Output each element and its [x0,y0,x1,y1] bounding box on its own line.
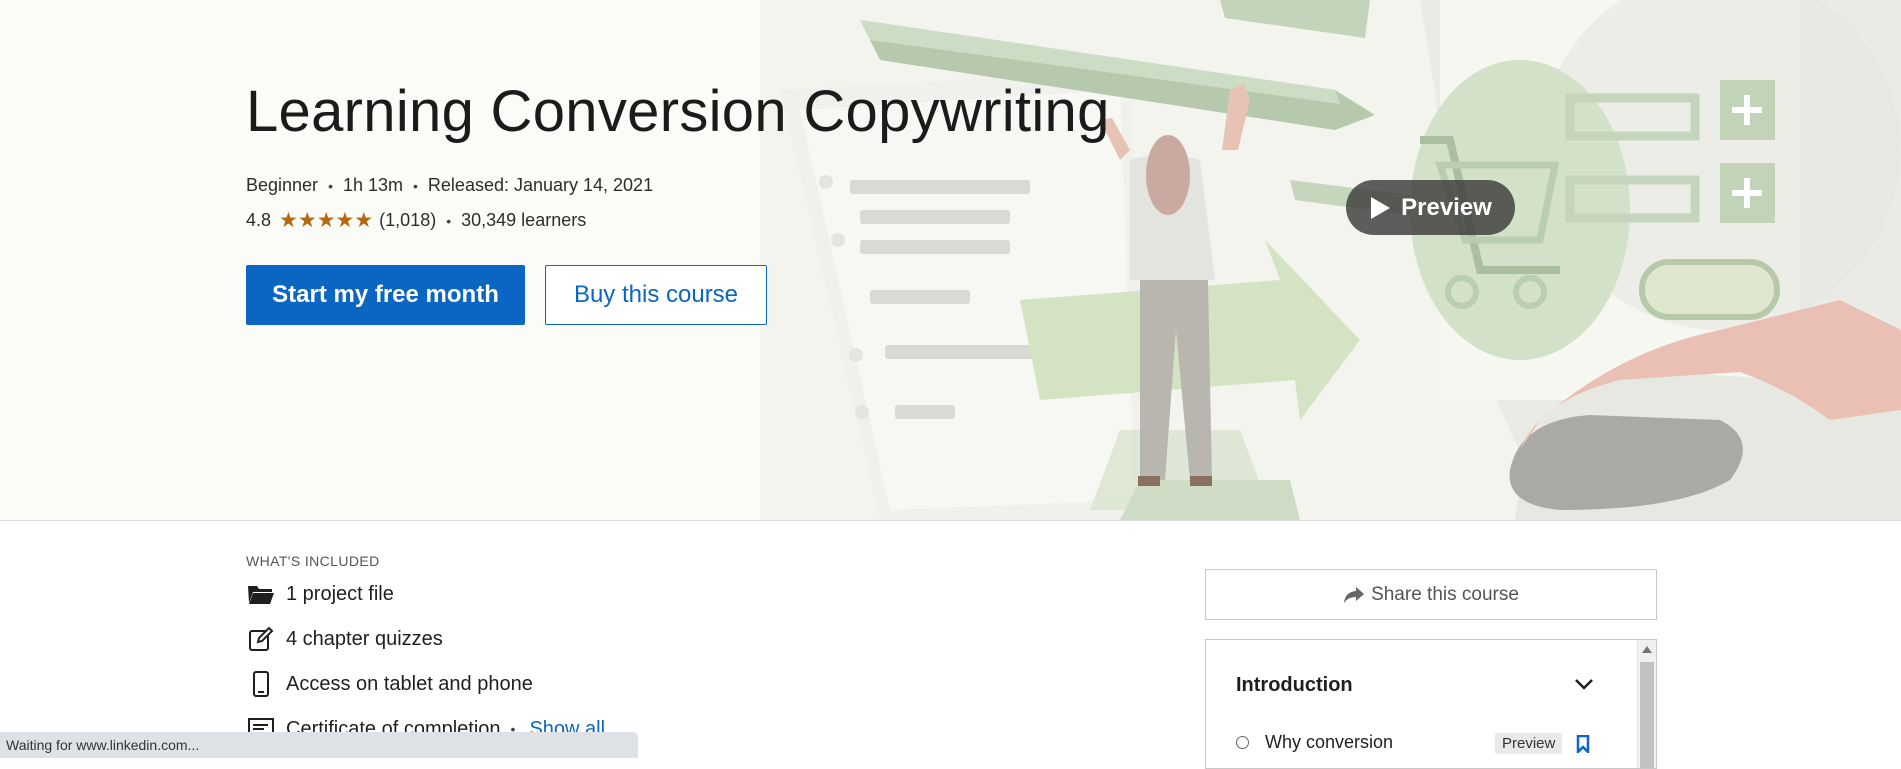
toc-video-item[interactable]: Why conversion [1236,732,1393,753]
course-contents-panel: Introduction Why conversion Preview [1205,639,1657,769]
play-icon [1371,196,1391,219]
status-text: Waiting for www.linkedin.com... [6,737,200,753]
progress-circle-icon [1236,736,1249,749]
toc-scrollbar[interactable] [1637,640,1656,768]
whats-included-heading: WHAT'S INCLUDED [246,553,380,569]
course-hero: Learning Conversion Copywriting Beginner… [0,0,1901,521]
preview-video-button[interactable]: Preview [1346,180,1515,235]
star-icon: ★ [335,208,355,232]
folder-icon [246,580,276,608]
toc-section-title[interactable]: Introduction [1236,674,1353,697]
buy-course-button[interactable]: Buy this course [545,265,767,325]
included-item: 4 chapter quizzes [246,625,443,653]
course-meta: Beginner • 1h 13m • Released: January 14… [246,175,653,196]
share-label: Share this course [1371,583,1519,605]
chevron-down-icon[interactable] [1574,678,1594,690]
star-icon: ★ [354,208,374,232]
toc-video-title: Why conversion [1265,732,1394,752]
included-item: 1 project file [246,580,394,608]
included-item-label: 4 chapter quizzes [286,627,443,650]
included-item-label: 1 project file [286,582,394,605]
separator: • [413,177,418,194]
preview-badge: Preview [1495,733,1563,754]
course-rating-row: 4.8 ★ ★ ★ ★ ★ (1,018) • 30,349 learners [246,210,586,231]
separator: • [446,212,452,229]
star-icon: ★ [297,208,317,232]
share-icon [1344,586,1365,603]
mobile-icon [246,670,276,698]
course-title: Learning Conversion Copywriting [246,79,1110,144]
course-level: Beginner [246,175,319,195]
edit-icon [246,625,276,653]
bookmark-icon[interactable] [1576,735,1590,753]
rating-value: 4.8 [246,210,272,230]
star-icon: ★ [316,208,336,232]
share-course-button[interactable]: Share this course [1205,569,1657,620]
browser-status-bar: Waiting for www.linkedin.com... [0,732,638,758]
hero-content: Learning Conversion Copywriting [246,78,1110,145]
preview-label: Preview [1401,193,1492,221]
included-item-label: Access on tablet and phone [286,672,533,695]
learner-count: 30,349 learners [461,210,587,230]
rating-count: (1,018) [379,210,437,230]
start-free-month-button[interactable]: Start my free month [246,265,525,325]
scroll-up-arrow-icon[interactable] [1642,646,1652,653]
scroll-thumb[interactable] [1640,662,1654,768]
star-icon: ★ [279,208,298,232]
rating-stars: ★ ★ ★ ★ ★ [279,208,374,232]
course-duration: 1h 13m [342,175,404,195]
course-release-date: Released: January 14, 2021 [427,175,654,195]
separator: • [328,177,333,194]
included-item: Access on tablet and phone [246,670,533,698]
